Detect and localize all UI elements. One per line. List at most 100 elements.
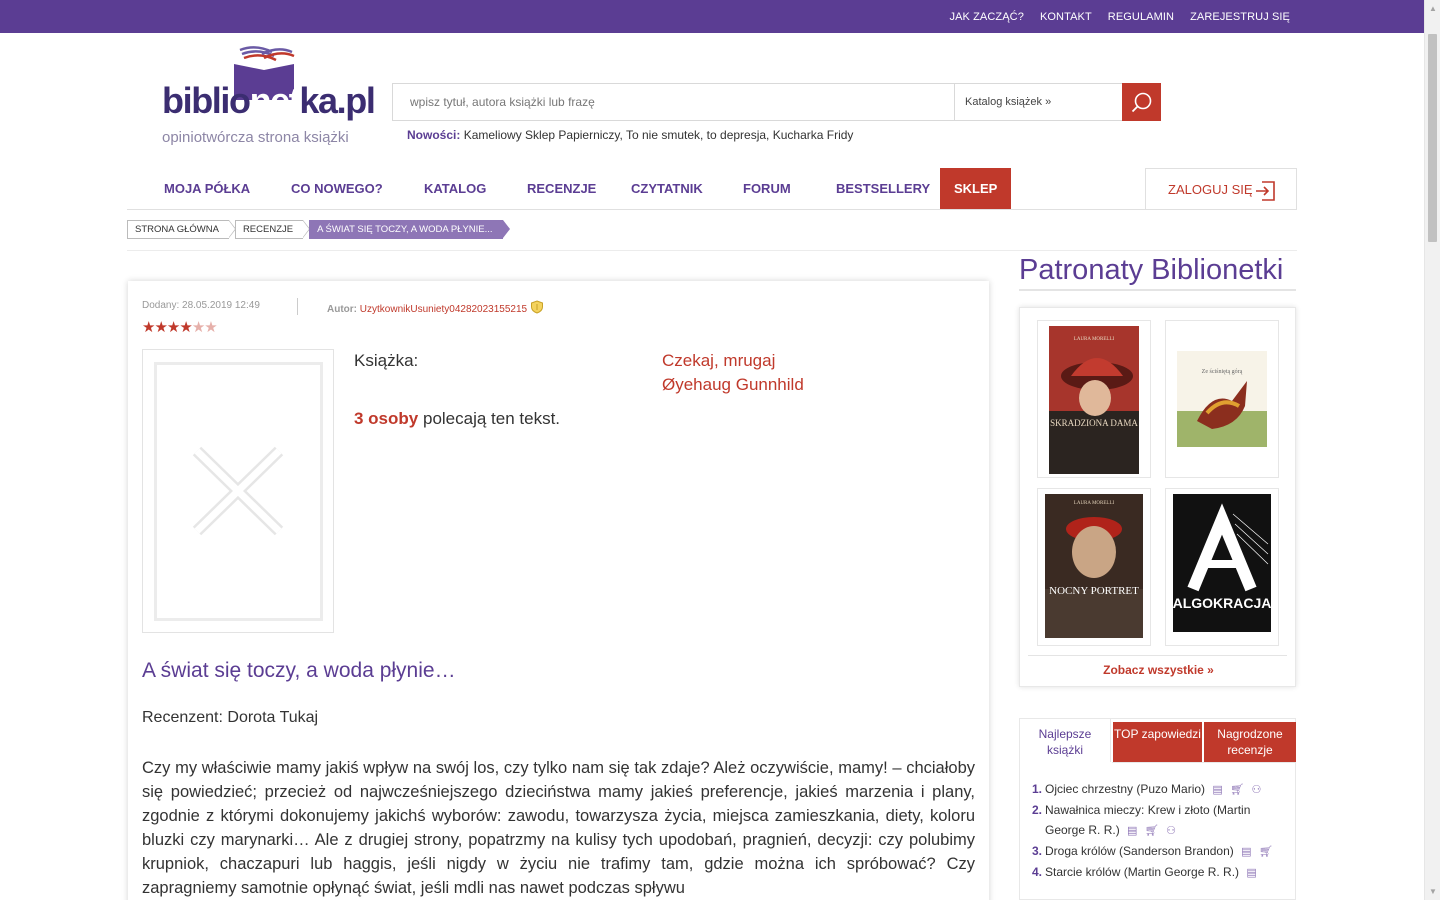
book-title-link[interactable]: Czekaj, mrugaj: [662, 351, 775, 371]
login-icon: [1256, 181, 1275, 201]
book-details-icon[interactable]: ▤: [1127, 825, 1137, 837]
review-author: Autor: UzytkownikUsuniety04282023155215: [327, 300, 544, 315]
book-cover-nocny-portret: LAURA MORELLI NOCNY PORTRET: [1045, 494, 1143, 638]
list-item[interactable]: 4. Starcie królów (Martin George R. R.) …: [1032, 862, 1290, 883]
top-link-register[interactable]: ZAREJESTRUJ SIĘ: [1190, 11, 1290, 23]
nav-item-recenzje[interactable]: RECENZJE: [527, 168, 596, 209]
meta-divider: [297, 298, 298, 315]
ranking-tabs: Najlepsze książki TOP zapowiedzi Nagrodz…: [1019, 718, 1296, 900]
list-item[interactable]: 2. Nawałnica mieczy: Krew i złoto (Marti…: [1032, 800, 1290, 841]
tab-najlepsze-ksiazki[interactable]: Najlepsze książki: [1020, 719, 1111, 762]
nav-item-co-nowego[interactable]: CO NOWEGO?: [291, 168, 383, 209]
cover-2-title: Ze ściśniętą górą: [1202, 369, 1243, 375]
cover-3-author: LAURA MORELLI: [1074, 501, 1115, 506]
rank-title[interactable]: Droga królów (Sanderson Brandon): [1045, 844, 1234, 858]
top-link-kontakt[interactable]: KONTAKT: [1040, 11, 1092, 23]
book-author-link[interactable]: Øyehaug Gunnhild: [662, 375, 804, 395]
logo-wordmark: biblionetka.pl: [162, 80, 376, 122]
book-label: Książka:: [354, 351, 419, 370]
logo-middle: net: [249, 80, 301, 121]
recommend-line: 3 osoby polecają ten tekst.: [354, 409, 560, 429]
reviewer-line: Recenzent: Dorota Tukaj: [142, 709, 319, 726]
rank-title[interactable]: Ojciec chrzestny (Puzo Mario): [1045, 782, 1205, 796]
main-nav: MOJA PÓŁKA CO NOWEGO? KATALOG RECENZJE C…: [127, 168, 1297, 210]
rank-title[interactable]: Starcie królów (Martin George R. R.): [1045, 865, 1239, 879]
review-panel: Dodany: 28.05.2019 12:49 Autor: Uzytkown…: [128, 281, 989, 900]
breadcrumb-home[interactable]: STRONA GŁÓWNA: [127, 220, 236, 239]
book-details-icon[interactable]: ▤: [1241, 846, 1251, 858]
book-cover-skradziona-dama: LAURA MORELLI SKRADZIONA DAMA: [1049, 326, 1139, 474]
divider: [127, 250, 1297, 251]
top-links: JAK ZACZĄĆ? KONTAKT REGULAMIN ZAREJESTRU…: [949, 0, 1290, 33]
cart-icon[interactable]: 🛒︎: [1230, 784, 1244, 796]
scroll-up-arrow-icon[interactable]: ▲: [1425, 0, 1440, 17]
list-item[interactable]: 1. Ojciec chrzestny (Puzo Mario) ▤ 🛒︎ ⚇: [1032, 779, 1290, 800]
star-icon: ★: [179, 319, 192, 336]
nav-item-katalog[interactable]: KATALOG: [424, 168, 486, 209]
shield-badge-icon: [530, 300, 543, 314]
book-details-icon[interactable]: ▤: [1212, 784, 1222, 796]
nav-item-forum[interactable]: FORUM: [743, 168, 791, 209]
top-bar: JAK ZACZĄĆ? KONTAKT REGULAMIN ZAREJESTRU…: [0, 0, 1424, 33]
news-label: Nowości:: [407, 128, 461, 142]
see-all-link[interactable]: Zobacz wszystkie »: [1020, 663, 1297, 677]
patronat-book-3[interactable]: LAURA MORELLI NOCNY PORTRET: [1037, 488, 1151, 646]
vertical-scrollbar[interactable]: ▲ ▼: [1424, 0, 1440, 900]
tab-nagrodzone-recenzje[interactable]: Nagrodzone recenzje: [1204, 722, 1296, 762]
users-icon[interactable]: ⚇: [1251, 784, 1261, 796]
rating-stars: ★★★★★★: [142, 318, 218, 336]
star-empty-icon: ★: [191, 319, 205, 336]
review-title: A świat się toczy, a woda płynie…: [142, 659, 456, 682]
rank-number: 2.: [1032, 803, 1043, 817]
scroll-down-arrow-icon[interactable]: ▼: [1425, 883, 1440, 900]
cover-4-title: ALGOKRACJA: [1173, 595, 1271, 611]
top-link-regulamin[interactable]: REGULAMIN: [1108, 11, 1174, 23]
book-cover-children: Ze ściśniętą górą: [1177, 351, 1267, 447]
users-icon[interactable]: ⚇: [1166, 825, 1176, 837]
cover-1-author: LAURA MORELLI: [1074, 337, 1115, 342]
ranking-list: 1. Ojciec chrzestny (Puzo Mario) ▤ 🛒︎ ⚇ …: [1032, 779, 1290, 883]
cart-icon[interactable]: 🛒︎: [1259, 846, 1273, 858]
tabs-underline: [1112, 762, 1296, 763]
patronaty-title: Patronaty Biblionetki: [1019, 254, 1284, 286]
tab-top-zapowiedzi[interactable]: TOP zapowiedzi: [1113, 722, 1202, 762]
patronat-book-2[interactable]: Ze ściśniętą górą: [1165, 320, 1279, 478]
nav-item-sklep[interactable]: SKLEP: [940, 168, 1012, 209]
patronaty-divider: [1019, 289, 1296, 291]
scrollbar-thumb[interactable]: [1428, 34, 1437, 242]
breadcrumb-recenzje[interactable]: RECENZJE: [234, 220, 311, 239]
nav-item-czytatnik[interactable]: CZYTATNIK: [631, 168, 703, 209]
star-icon: ★: [154, 319, 167, 336]
star-empty-icon: ★: [204, 319, 217, 336]
review-date: Dodany: 28.05.2019 12:49: [142, 300, 260, 311]
nav-item-moja-polka[interactable]: MOJA PÓŁKA: [164, 168, 250, 209]
top-link-jak-zaczac[interactable]: JAK ZACZĄĆ?: [949, 11, 1023, 23]
cart-icon[interactable]: 🛒︎: [1145, 825, 1159, 837]
site-logo[interactable]: biblionetka.pl opiniotwórcza strona ksią…: [162, 40, 376, 152]
nav-item-bestsellery[interactable]: BESTSELLERY: [836, 168, 930, 209]
search-bar: Katalog książek »: [392, 83, 1161, 121]
search-button[interactable]: [1122, 83, 1161, 121]
search-icon: [1131, 92, 1151, 113]
patronat-book-4[interactable]: ALGOKRACJA: [1165, 488, 1279, 646]
news-line: Nowości: Kameliowy Sklep Papierniczy, To…: [407, 128, 853, 142]
book-cover-algokracja: ALGOKRACJA: [1173, 494, 1271, 632]
catalog-select[interactable]: Katalog książek »: [955, 84, 1123, 120]
search-input[interactable]: [393, 84, 955, 120]
author-name-link[interactable]: UzytkownikUsuniety04282023155215: [360, 304, 527, 315]
logo-suffix: ka.pl: [299, 80, 375, 121]
breadcrumb-current: A ŚWIAT SIĘ TOCZY, A WODA PŁYNIE...: [309, 220, 511, 239]
book-details-icon[interactable]: ▤: [1246, 867, 1256, 879]
patronat-book-1[interactable]: LAURA MORELLI SKRADZIONA DAMA: [1037, 320, 1151, 478]
recommend-text: polecają ten tekst.: [422, 409, 561, 428]
news-items[interactable]: Kameliowy Sklep Papierniczy, To nie smut…: [464, 128, 854, 142]
list-item[interactable]: 3. Droga królów (Sanderson Brandon) ▤ 🛒︎: [1032, 841, 1290, 862]
author-label: Autor:: [327, 304, 357, 315]
login-label: ZALOGUJ SIĘ: [1168, 182, 1253, 197]
login-button[interactable]: ZALOGUJ SIĘ: [1145, 168, 1297, 210]
recommend-count[interactable]: 3 osoby: [354, 409, 418, 428]
book-cover-placeholder[interactable]: [142, 349, 334, 633]
breadcrumb: STRONA GŁÓWNA RECENZJE A ŚWIAT SIĘ TOCZY…: [127, 220, 511, 239]
patronaty-separator: [1028, 655, 1287, 656]
logo-prefix: biblio: [162, 80, 251, 121]
